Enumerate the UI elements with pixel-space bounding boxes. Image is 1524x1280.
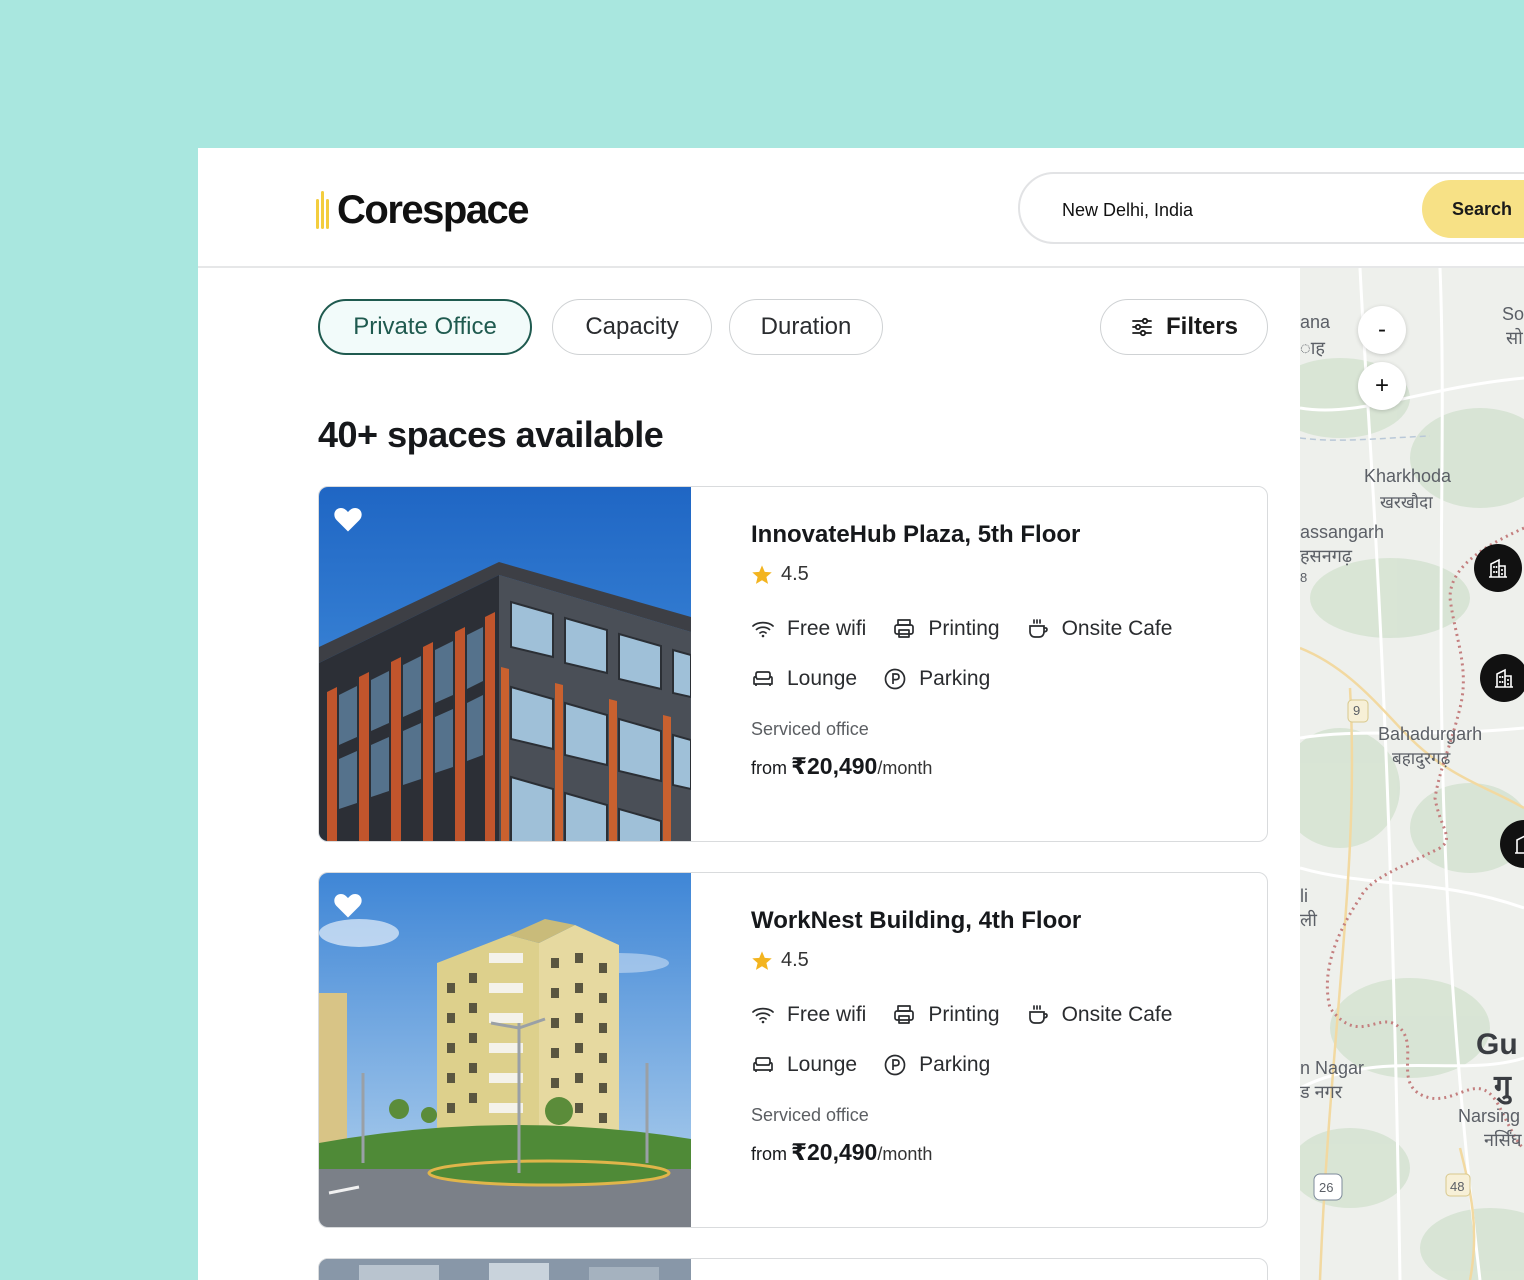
printer-icon — [894, 619, 915, 638]
amenity-onsite-cafe: Onsite Cafe — [1026, 617, 1172, 641]
sofa-icon — [753, 671, 773, 686]
chip-capacity[interactable]: Capacity — [552, 299, 712, 355]
amenities-row: Free wifi Printing Onsite Cafe — [751, 1003, 1198, 1027]
filters-button[interactable]: Filters — [1100, 299, 1268, 355]
printer-icon — [894, 1005, 915, 1024]
chip-private-office[interactable]: Private Office — [318, 299, 532, 355]
brand-name: Corespace — [337, 187, 530, 232]
brand-logo[interactable]: Corespace — [316, 186, 530, 234]
amenity-lounge: Lounge — [751, 1053, 857, 1077]
listing-details: InnovateHub Plaza, 5th Floor 4.5 Free wi… — [751, 487, 1267, 841]
amenities-row: Free wifi Printing Onsite Cafe — [751, 617, 1198, 641]
star-icon — [752, 950, 772, 970]
amenities-row-2: Lounge Parking — [751, 667, 1016, 691]
sliders-icon — [1132, 317, 1152, 337]
parking-icon — [884, 668, 906, 690]
listing-card[interactable]: InnovateHub Plaza, 5th Floor 4.5 Free wi… — [318, 486, 1268, 842]
heart-icon[interactable] — [333, 891, 363, 919]
map-marker[interactable] — [1474, 544, 1522, 592]
top-bar: Corespace Search — [198, 148, 1524, 268]
star-icon — [752, 564, 772, 584]
logo-mark-icon — [316, 191, 334, 229]
listing-photo[interactable] — [319, 487, 691, 841]
listing-photo[interactable] — [319, 1259, 691, 1280]
amenity-parking: Parking — [883, 1053, 990, 1077]
amenity-printing: Printing — [892, 617, 1000, 641]
listing-photo[interactable] — [319, 873, 691, 1227]
app-window: Corespace Search Private Office Capacity… — [198, 148, 1524, 1280]
listing-price: from ₹20,490 /month — [751, 1139, 933, 1165]
heart-icon[interactable] — [333, 505, 363, 533]
amenity-lounge: Lounge — [751, 667, 857, 691]
building-icon — [1495, 668, 1513, 688]
listing-type: Serviced office — [751, 719, 869, 739]
location-search-input[interactable] — [1060, 192, 1404, 228]
listing-card[interactable] — [318, 1258, 1268, 1280]
wifi-icon — [752, 1007, 774, 1024]
zoom-out-button[interactable]: - — [1358, 306, 1406, 354]
parking-icon — [884, 1054, 906, 1076]
amenities-row-2: Lounge Parking — [751, 1053, 1016, 1077]
chip-duration[interactable]: Duration — [729, 299, 883, 355]
amenity-free-wifi: Free wifi — [751, 617, 866, 641]
listing-details: WorkNest Building, 4th Floor 4.5 Free wi… — [751, 873, 1267, 1227]
amenity-printing: Printing — [892, 1003, 1000, 1027]
rating: 4.5 — [751, 563, 809, 586]
rating: 4.5 — [751, 949, 809, 972]
results-title: 40+ spaces available — [318, 414, 664, 455]
search-button[interactable]: Search — [1422, 180, 1524, 238]
coffee-cup-icon — [1028, 1005, 1048, 1024]
search-bar: Search — [1018, 172, 1524, 244]
building-icon — [1489, 558, 1507, 578]
map-panel[interactable]: ana ाह So सो Kharkhoda खरखौदा assangarh … — [1300, 268, 1524, 1280]
amenity-parking: Parking — [883, 667, 990, 691]
listing-price: from ₹20,490 /month — [751, 753, 933, 779]
amenity-free-wifi: Free wifi — [751, 1003, 866, 1027]
listing-card[interactable]: WorkNest Building, 4th Floor 4.5 Free wi… — [318, 872, 1268, 1228]
coffee-cup-icon — [1028, 619, 1048, 638]
listing-type: Serviced office — [751, 1105, 869, 1125]
sofa-icon — [753, 1057, 773, 1072]
amenity-onsite-cafe: Onsite Cafe — [1026, 1003, 1172, 1027]
listing-title[interactable]: WorkNest Building, 4th Floor — [751, 907, 1081, 935]
wifi-icon — [752, 621, 774, 638]
map-marker[interactable] — [1480, 654, 1524, 702]
building-icon — [1515, 835, 1524, 854]
listing-title[interactable]: InnovateHub Plaza, 5th Floor — [751, 521, 1080, 549]
zoom-in-button[interactable]: + — [1358, 362, 1406, 410]
